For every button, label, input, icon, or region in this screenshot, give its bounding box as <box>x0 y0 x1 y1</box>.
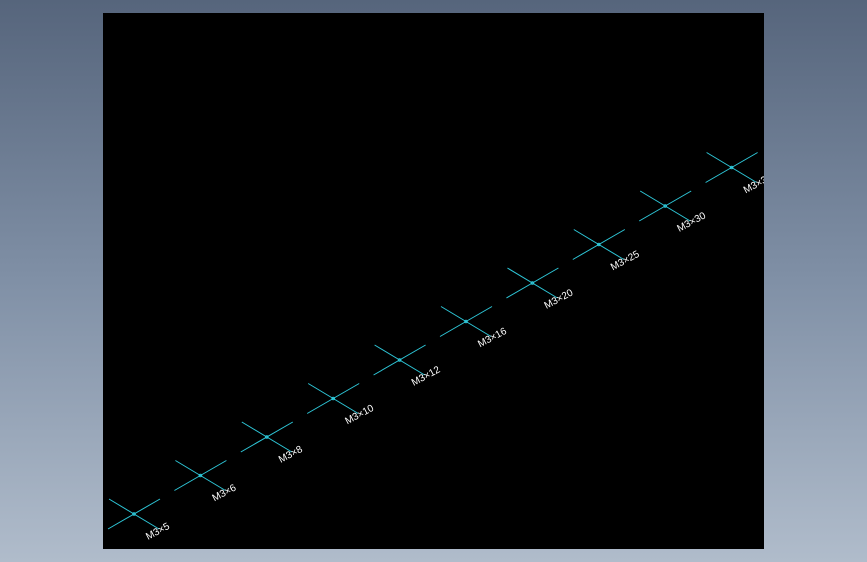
screw-symbol[interactable]: M3×25 <box>572 229 642 274</box>
screw-size-label: M3×5 <box>144 521 172 543</box>
screw-symbol[interactable]: M3×20 <box>506 267 576 312</box>
screw-symbol[interactable]: M3×8 <box>240 421 305 466</box>
cad-viewport[interactable]: M3×5 M3×6 M3×8 M3×10 M3×12 M3×16 M3×20 M3×25 M3×… <box>103 13 764 549</box>
screw-symbol[interactable]: M3×12 <box>373 344 443 389</box>
screw-symbol[interactable]: M3×30 <box>638 190 708 235</box>
screw-size-label: M3×10 <box>343 403 376 427</box>
cad-drawing[interactable]: M3×5 M3×6 M3×8 M3×10 M3×12 M3×16 M3×20 M3×25 M3×… <box>103 13 764 549</box>
screw-symbol[interactable]: M3×10 <box>306 383 376 428</box>
screw-symbol[interactable]: M3×6 <box>174 460 239 505</box>
screw-symbol[interactable]: M3×35 <box>705 152 764 197</box>
screw-size-label: M3×8 <box>277 444 305 466</box>
screw-size-label: M3×30 <box>675 210 708 234</box>
screw-size-label: M3×25 <box>609 249 642 273</box>
screw-size-label: M3×6 <box>211 482 239 504</box>
screw-symbol[interactable]: M3×16 <box>439 306 509 351</box>
screw-size-label: M3×12 <box>410 364 443 388</box>
screw-symbol[interactable]: M3×5 <box>107 498 172 543</box>
screw-size-label: M3×16 <box>476 326 509 350</box>
screw-size-label: M3×20 <box>543 287 576 311</box>
